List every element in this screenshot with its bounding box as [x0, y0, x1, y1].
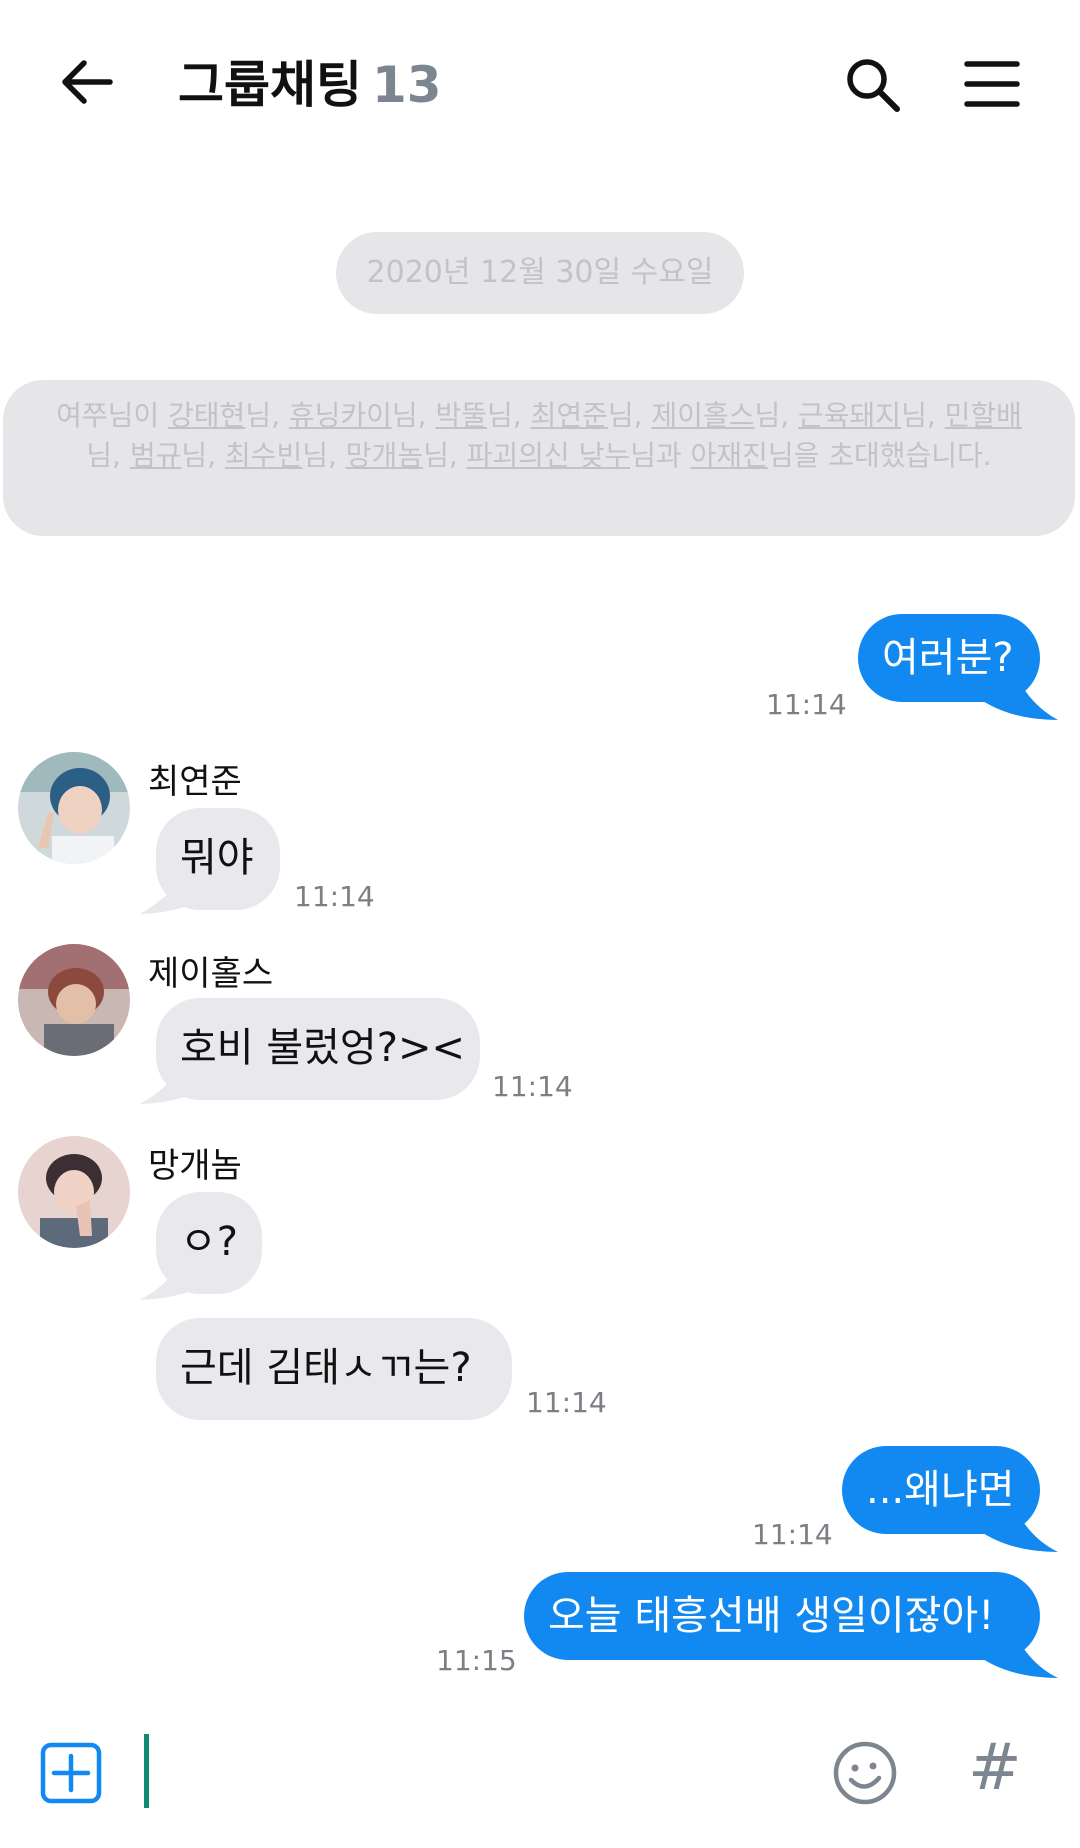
message-text: 호비 불렀엉?>< [180, 1025, 465, 1071]
emoji-button[interactable] [832, 1740, 898, 1806]
hashtag-icon: # [968, 1731, 1022, 1805]
message-input-caret[interactable] [144, 1734, 149, 1808]
message-text: 오늘 태흥선배 생일이잖아! [548, 1593, 995, 1639]
smiley-icon [833, 1741, 897, 1805]
bubble-tails [140, 662, 1058, 1678]
message-text: ...왜냐면 [866, 1467, 1015, 1513]
hashtag-button[interactable]: # [968, 1728, 1022, 1808]
plus-square-icon [40, 1742, 102, 1804]
message-text: 뭐야 [180, 835, 254, 881]
message-text: 근데 김태ㅅㄲ는? [180, 1345, 472, 1391]
message-text: ㅇ? [180, 1219, 239, 1265]
message-text: 여러분? [882, 635, 1014, 681]
add-attachment-button[interactable] [40, 1742, 102, 1804]
